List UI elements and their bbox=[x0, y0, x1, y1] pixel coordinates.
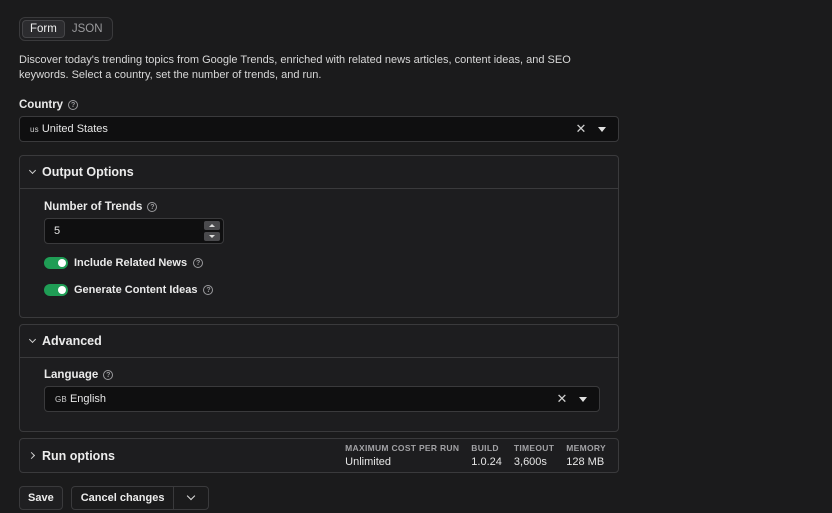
stat-value: 128 MB bbox=[566, 456, 605, 468]
output-options-body: Number of Trends ? 5 Include Related New… bbox=[20, 201, 618, 296]
help-circle-icon[interactable]: ? bbox=[68, 100, 79, 110]
stat-value: 1.0.24 bbox=[471, 456, 502, 468]
save-button[interactable]: Save bbox=[19, 486, 63, 510]
country-value: United States bbox=[41, 123, 108, 135]
stat-timeout: TIMEOUT 3,600s bbox=[514, 443, 554, 468]
help-circle-icon[interactable]: ? bbox=[103, 370, 114, 380]
tab-form[interactable]: Form bbox=[22, 20, 65, 38]
include-related-news-label: Include Related News bbox=[74, 257, 188, 269]
language-flag: GB bbox=[55, 394, 67, 404]
cancel-changes-group: Cancel changes bbox=[70, 486, 210, 510]
advanced-panel: Advanced Language ? GB English ✕ bbox=[19, 324, 619, 432]
form-actions: Save Cancel changes bbox=[19, 486, 619, 510]
stat-key: MAXIMUM COST PER RUN bbox=[345, 443, 460, 453]
generate-content-ideas-row: Generate Content Ideas ? bbox=[44, 284, 600, 296]
language-label-text: Language bbox=[44, 369, 99, 381]
country-label-text: Country bbox=[19, 99, 64, 111]
actor-description: Discover today's trending topics from Go… bbox=[19, 54, 571, 81]
help-circle-icon[interactable]: ? bbox=[193, 258, 204, 268]
chevron-down-icon[interactable] bbox=[598, 126, 606, 132]
include-related-news-toggle[interactable] bbox=[44, 257, 68, 269]
quantity-stepper bbox=[204, 221, 220, 241]
advanced-title: Advanced bbox=[42, 334, 102, 348]
stat-value: Unlimited bbox=[345, 456, 392, 468]
output-options-panel: Output Options Number of Trends ? 5 Incl… bbox=[19, 155, 619, 318]
number-of-trends-value: 5 bbox=[54, 225, 61, 237]
stat-key: TIMEOUT bbox=[513, 443, 555, 453]
number-of-trends-label: Number of Trends ? bbox=[44, 201, 600, 213]
country-select[interactable]: us United States ✕ bbox=[19, 116, 619, 142]
language-value: English bbox=[69, 393, 107, 405]
generate-content-ideas-toggle[interactable] bbox=[44, 284, 68, 296]
chevron-right-icon bbox=[29, 452, 37, 460]
stepper-down-icon[interactable] bbox=[204, 232, 220, 241]
close-icon[interactable]: ✕ bbox=[555, 391, 569, 407]
generate-content-ideas-label: Generate Content Ideas bbox=[74, 284, 198, 296]
output-options-header[interactable]: Output Options bbox=[20, 156, 618, 189]
view-mode-switch: Form JSON bbox=[19, 17, 113, 41]
help-circle-icon[interactable]: ? bbox=[203, 285, 214, 295]
output-options-title: Output Options bbox=[42, 165, 134, 179]
stat-value: 3,600s bbox=[513, 456, 547, 468]
help-circle-icon[interactable]: ? bbox=[147, 202, 158, 212]
run-options-panel: Run options MAXIMUM COST PER RUN Unlimit… bbox=[19, 438, 619, 473]
run-options-title: Run options bbox=[42, 448, 115, 463]
stat-build: BUILD 1.0.24 bbox=[471, 443, 502, 468]
run-options-header[interactable]: Run options MAXIMUM COST PER RUN Unlimit… bbox=[20, 439, 618, 472]
country-flag: us bbox=[30, 124, 39, 134]
language-label: Language ? bbox=[44, 369, 600, 381]
number-of-trends-input[interactable]: 5 bbox=[44, 218, 224, 244]
stat-key: BUILD bbox=[471, 443, 499, 453]
stat-memory: MEMORY 128 MB bbox=[566, 443, 606, 468]
cancel-changes-button[interactable]: Cancel changes bbox=[72, 487, 174, 509]
country-field: Country ? us United States ✕ bbox=[19, 99, 619, 142]
chevron-down-icon[interactable] bbox=[579, 396, 587, 402]
stat-max-cost: MAXIMUM COST PER RUN Unlimited bbox=[345, 443, 459, 468]
run-options-title-wrap: Run options bbox=[29, 449, 345, 463]
chevron-down-icon bbox=[29, 168, 37, 176]
input-form: Form JSON Discover today's trending topi… bbox=[19, 17, 619, 510]
number-of-trends-label-text: Number of Trends bbox=[44, 201, 143, 213]
close-icon[interactable]: ✕ bbox=[574, 121, 588, 137]
tab-json[interactable]: JSON bbox=[65, 20, 110, 38]
advanced-body: Language ? GB English ✕ bbox=[20, 369, 618, 412]
language-select[interactable]: GB English ✕ bbox=[44, 386, 600, 412]
include-related-news-row: Include Related News ? bbox=[44, 257, 600, 269]
stepper-up-icon[interactable] bbox=[204, 221, 220, 230]
chevron-down-icon bbox=[29, 337, 37, 345]
advanced-header[interactable]: Advanced bbox=[20, 325, 618, 358]
more-actions-button[interactable] bbox=[174, 487, 208, 509]
country-label: Country ? bbox=[19, 99, 619, 111]
stat-key: MEMORY bbox=[566, 443, 606, 453]
chevron-down-icon bbox=[187, 494, 195, 502]
